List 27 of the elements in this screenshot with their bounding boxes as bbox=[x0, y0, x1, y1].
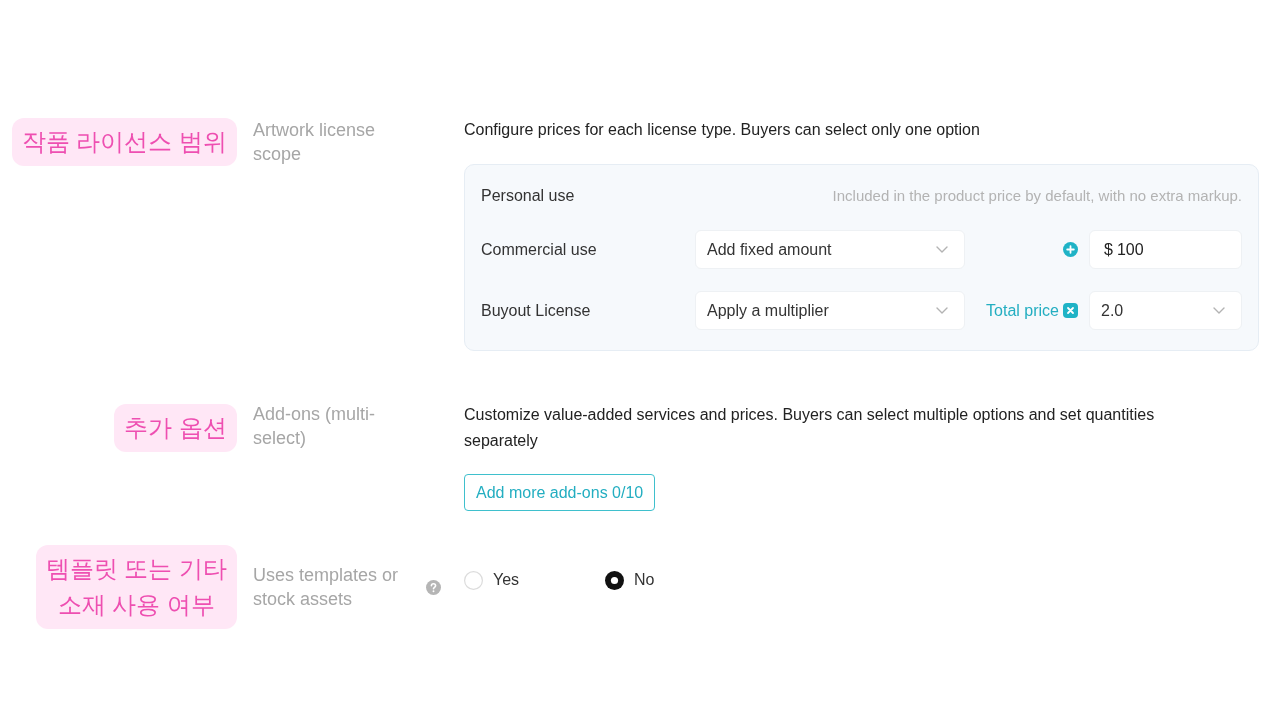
help-icon[interactable] bbox=[426, 579, 441, 595]
section-description: Customize value-added services and prices. Buyers can select multiple options and set quantities separately bbox=[464, 405, 1156, 451]
chevron-down-icon bbox=[936, 307, 948, 314]
license-note: Included in the product price by default, with no extra markup. bbox=[832, 185, 1242, 206]
total-price-label: Total price bbox=[986, 300, 1059, 321]
chevron-down-icon bbox=[936, 246, 948, 253]
license-type-label: Buyout License bbox=[481, 300, 591, 321]
chevron-down-icon bbox=[1213, 307, 1225, 314]
license-type-label: Personal use bbox=[481, 186, 575, 206]
multiply-icon bbox=[1063, 303, 1078, 318]
section-description: Configure prices for each license type. Buyers can select only one option bbox=[464, 120, 981, 140]
radio-option-label[interactable]: Yes bbox=[493, 568, 520, 592]
price-field[interactable]: $ 100 bbox=[1089, 230, 1242, 269]
annotation-badge: 작품 라이선스 범위 bbox=[11, 118, 237, 166]
plus-icon bbox=[1063, 242, 1078, 257]
pricing-method-select[interactable]: Apply a multiplier bbox=[695, 291, 965, 330]
radio-selected-icon[interactable] bbox=[605, 570, 624, 590]
field-label: Add-ons (multi-select) bbox=[253, 403, 377, 450]
field-label: Artwork license scope bbox=[253, 119, 377, 166]
pricing-method-select[interactable]: Add fixed amount bbox=[695, 230, 965, 269]
annotation-badge: 템플릿 또는 기타 소재 사용 여부 bbox=[35, 545, 237, 629]
multiplier-select[interactable]: 2.0 bbox=[1089, 291, 1242, 330]
radio-option-label[interactable]: No bbox=[634, 568, 655, 592]
radio-unselected-icon[interactable] bbox=[464, 570, 483, 590]
field-label: Uses templates or stock assets bbox=[253, 564, 400, 611]
annotation-badge: 추가 옵션 bbox=[114, 404, 237, 452]
license-type-label: Commercial use bbox=[481, 239, 597, 260]
